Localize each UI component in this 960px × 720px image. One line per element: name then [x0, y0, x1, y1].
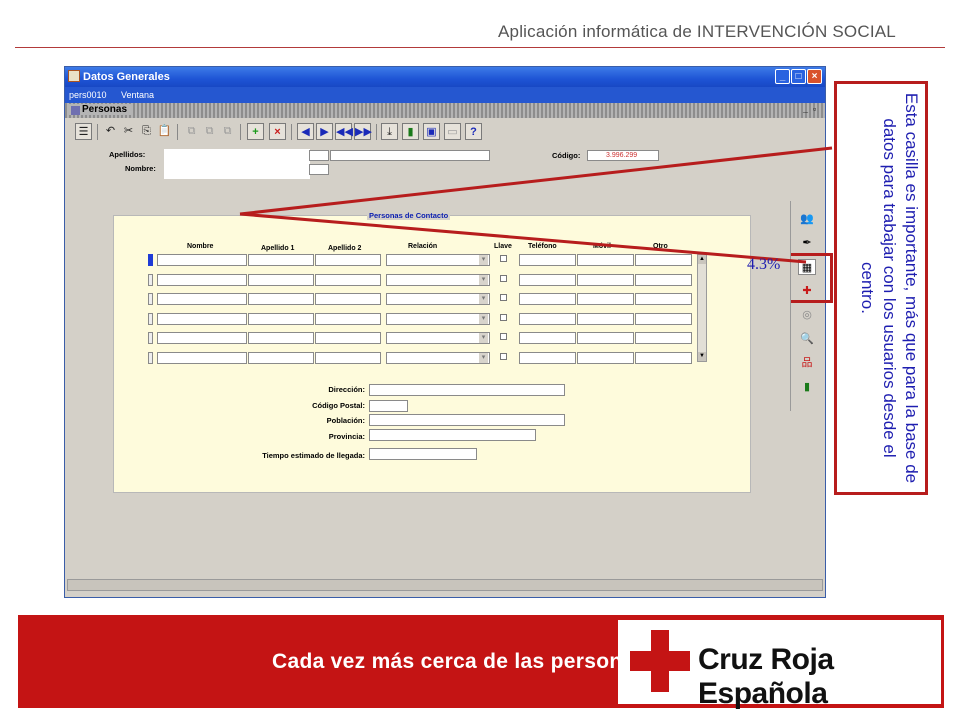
brand-name: Cruz Roja Española	[698, 643, 834, 710]
annotation-arrow	[239, 146, 833, 264]
red-cross-logo-bar	[630, 651, 690, 671]
highlight-bracket	[791, 253, 833, 303]
annotation-percent: 4.3%	[747, 256, 781, 273]
footer-slogan: Cada vez más cerca de las personas	[272, 650, 647, 673]
annotation-text: Esta casilla es importante, más que para…	[858, 92, 921, 484]
